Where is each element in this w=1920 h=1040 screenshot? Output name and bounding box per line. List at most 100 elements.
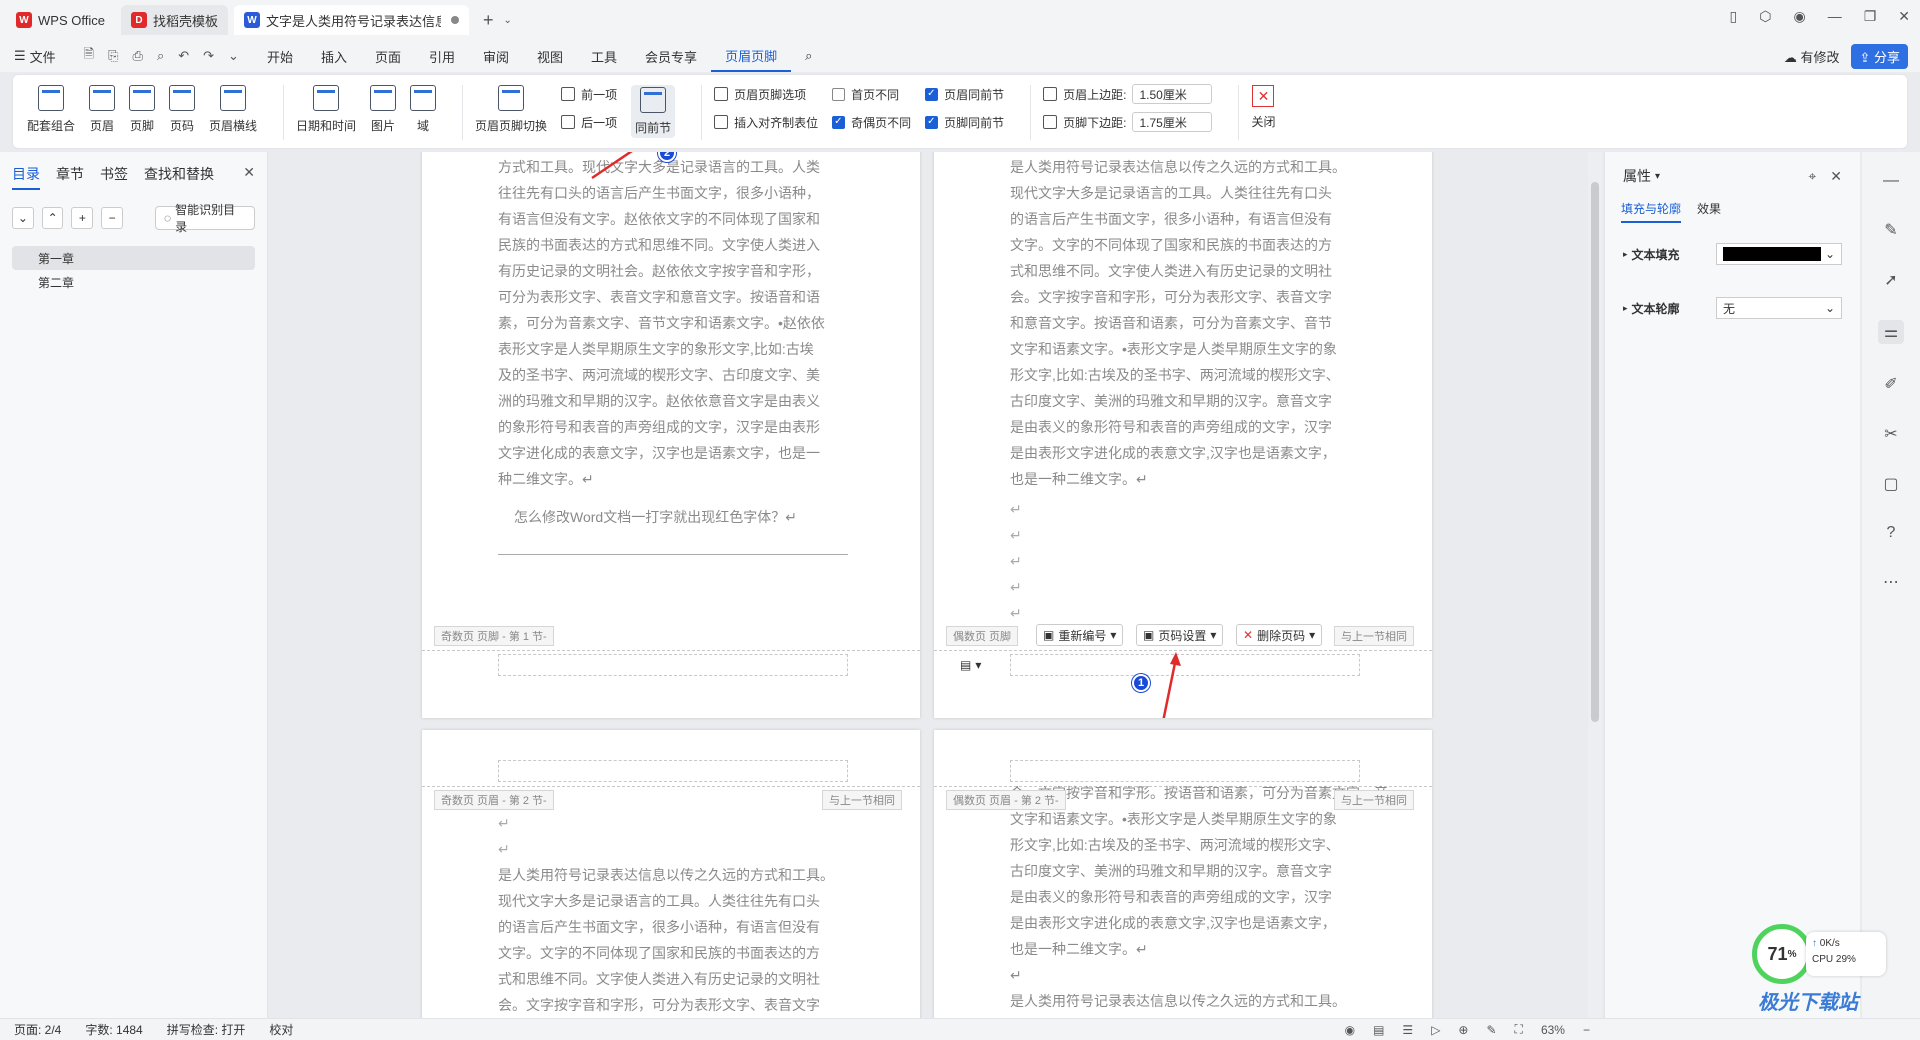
text-line[interactable]: 的语言后产生书面文字，很多小语种，有语言但没有	[498, 914, 834, 940]
edit-doc-icon[interactable]: ✐	[1884, 374, 1897, 394]
page-number-button[interactable]: 页码	[169, 85, 196, 134]
text-line[interactable]: 是由表形文字进化成的表意文字,汉字也是语素文字，	[1010, 440, 1346, 466]
tab-wps-office[interactable]: W WPS Office	[6, 5, 115, 35]
field-button[interactable]: 域	[410, 85, 437, 134]
layout-icon[interactable]: ▯	[1730, 8, 1738, 25]
chevron-down-icon[interactable]: ▾	[1655, 171, 1660, 182]
file-menu[interactable]: ☰ 文件	[0, 40, 70, 72]
tab-template[interactable]: D 找稻壳模板	[120, 5, 228, 35]
prev-button[interactable]: 前一项	[561, 85, 617, 103]
remove-icon[interactable]: −	[101, 207, 123, 229]
text-fill-select[interactable]: ⌄	[1716, 243, 1842, 265]
tab-effects[interactable]: 效果	[1697, 200, 1721, 223]
body-text[interactable]: 是人类用符号记录表达信息以传之久远的方式和工具。 现代文字大多是记录语言的工具。人…	[1010, 154, 1346, 492]
preview-icon[interactable]: ⌕	[157, 48, 164, 64]
more-icon[interactable]: ⋯	[1883, 572, 1899, 592]
text-line[interactable]: 现代文字大多是记录语言的工具。人类往往先有口头	[1010, 180, 1346, 206]
text-line[interactable]: 是由表义的象形符号和表音的声旁组成的文字，汉字	[1010, 414, 1346, 440]
word-count[interactable]: 字数: 1484	[85, 1021, 142, 1038]
text-line[interactable]: 文字和语素文字。•表形文字是人类早期原生文字的象	[1010, 336, 1346, 362]
web-view-icon[interactable]: ⊕	[1458, 1023, 1468, 1037]
text-outline-select[interactable]: 无 ⌄	[1716, 297, 1842, 319]
pen-icon[interactable]: ✎	[1486, 1023, 1496, 1037]
menu-page[interactable]: 页面	[361, 40, 415, 72]
book-icon[interactable]: ▢	[1883, 474, 1898, 494]
tab-find-replace[interactable]: 查找和替换	[144, 164, 214, 190]
collapse-icon[interactable]: ⌄	[12, 207, 34, 229]
close-hf-button[interactable]: ✕ 关闭	[1251, 85, 1276, 130]
undo-icon[interactable]: ↶	[178, 48, 189, 64]
zoom-level[interactable]: 63%	[1541, 1023, 1565, 1037]
hf-options-button[interactable]: 页眉页脚选项	[714, 85, 818, 103]
text-line[interactable]: 现代文字大多是记录语言的工具。人类往往先有口头	[498, 888, 834, 914]
page-setting-button[interactable]: ▣ 页码设置 ▾	[1136, 624, 1224, 646]
delete-page-number-button[interactable]: ✕ 删除页码 ▾	[1236, 624, 1323, 646]
tab-fill-outline[interactable]: 填充与轮廓	[1621, 200, 1682, 223]
first-page-diff-checkbox[interactable]: 首页不同	[832, 85, 911, 103]
top-margin-input[interactable]: 1.50厘米	[1132, 84, 1213, 104]
text-line[interactable]: 素，可分为音素文字、音节文字和语素文字。•赵依依	[498, 310, 825, 336]
settings-sliders-icon[interactable]: ⚌	[1877, 320, 1905, 344]
text-line[interactable]: 是人类用符号记录表达信息以传之久远的方式和工具。	[1010, 988, 1388, 1014]
menu-view[interactable]: 视图	[523, 40, 577, 72]
text-line[interactable]: 式和思维不同。文字使人类进入有历史记录的文明社	[1010, 258, 1346, 284]
header-area[interactable]	[498, 760, 848, 782]
text-line[interactable]: 文字进化成的表意文字，汉字也是语素文字，也是一	[498, 440, 825, 466]
menu-tools[interactable]: 工具	[577, 40, 631, 72]
new-tab-button[interactable]: +	[483, 10, 494, 31]
expand-arrow-icon[interactable]: ▸	[1623, 249, 1628, 260]
text-line[interactable]: 形文字,比如:古埃及的圣书字、两河流域的楔形文字、	[1010, 362, 1346, 388]
text-line[interactable]: 是由表义的象形符号和表音的声旁组成的文字，汉字	[1010, 884, 1388, 910]
text-line[interactable]: 也是一种二维文字。↵	[1010, 936, 1388, 962]
cpu-widget[interactable]: 71% ↑ 0K/s CPU 29%	[1752, 918, 1900, 990]
text-line[interactable]: 的语言后产生书面文字，很多小语种，有语言但没有	[1010, 206, 1346, 232]
share-button[interactable]: ⇪ 分享	[1851, 43, 1908, 69]
close-pane-icon[interactable]: ✕	[243, 164, 255, 190]
export-icon[interactable]: ⎘	[108, 48, 118, 64]
add-icon[interactable]: +	[71, 207, 94, 229]
renumber-button[interactable]: ▣ 重新编号 ▾	[1036, 624, 1124, 646]
menu-insert[interactable]: 插入	[307, 40, 361, 72]
help-icon[interactable]: ?	[1887, 524, 1896, 542]
bottom-margin-input[interactable]: 1.75厘米	[1132, 112, 1213, 132]
modified-indicator[interactable]: ☁ 有修改	[1784, 47, 1840, 66]
cube-icon[interactable]: ⬡	[1759, 8, 1771, 25]
header-same-checkbox[interactable]: 页眉同前节	[925, 85, 1004, 103]
footer-area[interactable]	[498, 654, 848, 676]
link-previous-button[interactable]: 同前节	[631, 85, 676, 138]
avatar[interactable]: ◉	[1793, 8, 1805, 25]
footer-button[interactable]: 页脚	[129, 85, 156, 134]
outline-view-icon[interactable]: ☰	[1402, 1023, 1413, 1037]
text-line[interactable]: 形文字,比如:古埃及的圣书字、两河流域的楔形文字、	[1010, 832, 1388, 858]
header-area[interactable]	[1010, 760, 1360, 782]
tab-document[interactable]: W 文字是人类用符号记录表达信息以	[233, 5, 469, 35]
menu-header-footer[interactable]: 页眉页脚	[711, 40, 792, 72]
footer-tool-button[interactable]: ▤ ▾	[954, 654, 988, 676]
datetime-button[interactable]: 日期和时间	[296, 85, 356, 134]
zoom-out-icon[interactable]: −	[1583, 1023, 1590, 1037]
text-line[interactable]: 民族的书面表达的方式和思维不同。文字使人类进入	[498, 232, 825, 258]
smart-toc-button[interactable]: ◌ 智能识别目录	[154, 203, 255, 234]
menu-home[interactable]: 开始	[253, 40, 307, 72]
tab-toc[interactable]: 目录	[12, 164, 40, 190]
scroll-thumb[interactable]	[1591, 182, 1599, 722]
text-line[interactable]: 洲的玛雅文和早期的汉字。赵依依意音文字是由表义	[498, 388, 825, 414]
text-line[interactable]: 种二维文字。↵	[498, 466, 825, 492]
text-line[interactable]: ↵	[1010, 962, 1388, 988]
save-icon[interactable]: 🗎	[84, 45, 94, 67]
more-icon[interactable]: ⌄	[228, 48, 239, 64]
combo-button[interactable]: 配套组合	[27, 85, 75, 134]
cursor-icon[interactable]: ➚	[1884, 270, 1897, 290]
insert-tab-button[interactable]: 插入对齐制表位	[714, 113, 818, 131]
print-icon[interactable]: ⎙	[133, 48, 143, 64]
expand-arrow-icon[interactable]: ▸	[1623, 303, 1628, 314]
body-text[interactable]: 是人类用符号记录表达信息以传之久远的方式和工具。 现代文字大多是记录语言的工具。人…	[498, 862, 834, 1018]
footer-same-checkbox[interactable]: 页脚同前节	[925, 113, 1004, 131]
odd-even-diff-checkbox[interactable]: 奇偶页不同	[832, 113, 911, 131]
minus-icon[interactable]: —	[1883, 172, 1899, 190]
text-line[interactable]: 式和思维不同。文字使人类进入有历史记录的文明社	[498, 966, 834, 992]
text-line[interactable]: 有语言但没有文字。赵依依文字的不同体现了国家和	[498, 206, 825, 232]
menu-reference[interactable]: 引用	[415, 40, 469, 72]
expand-icon[interactable]: ⌃	[41, 207, 64, 229]
text-line[interactable]: 是由表形文字进化成的表意文字,汉字也是语素文字，	[1010, 910, 1388, 936]
